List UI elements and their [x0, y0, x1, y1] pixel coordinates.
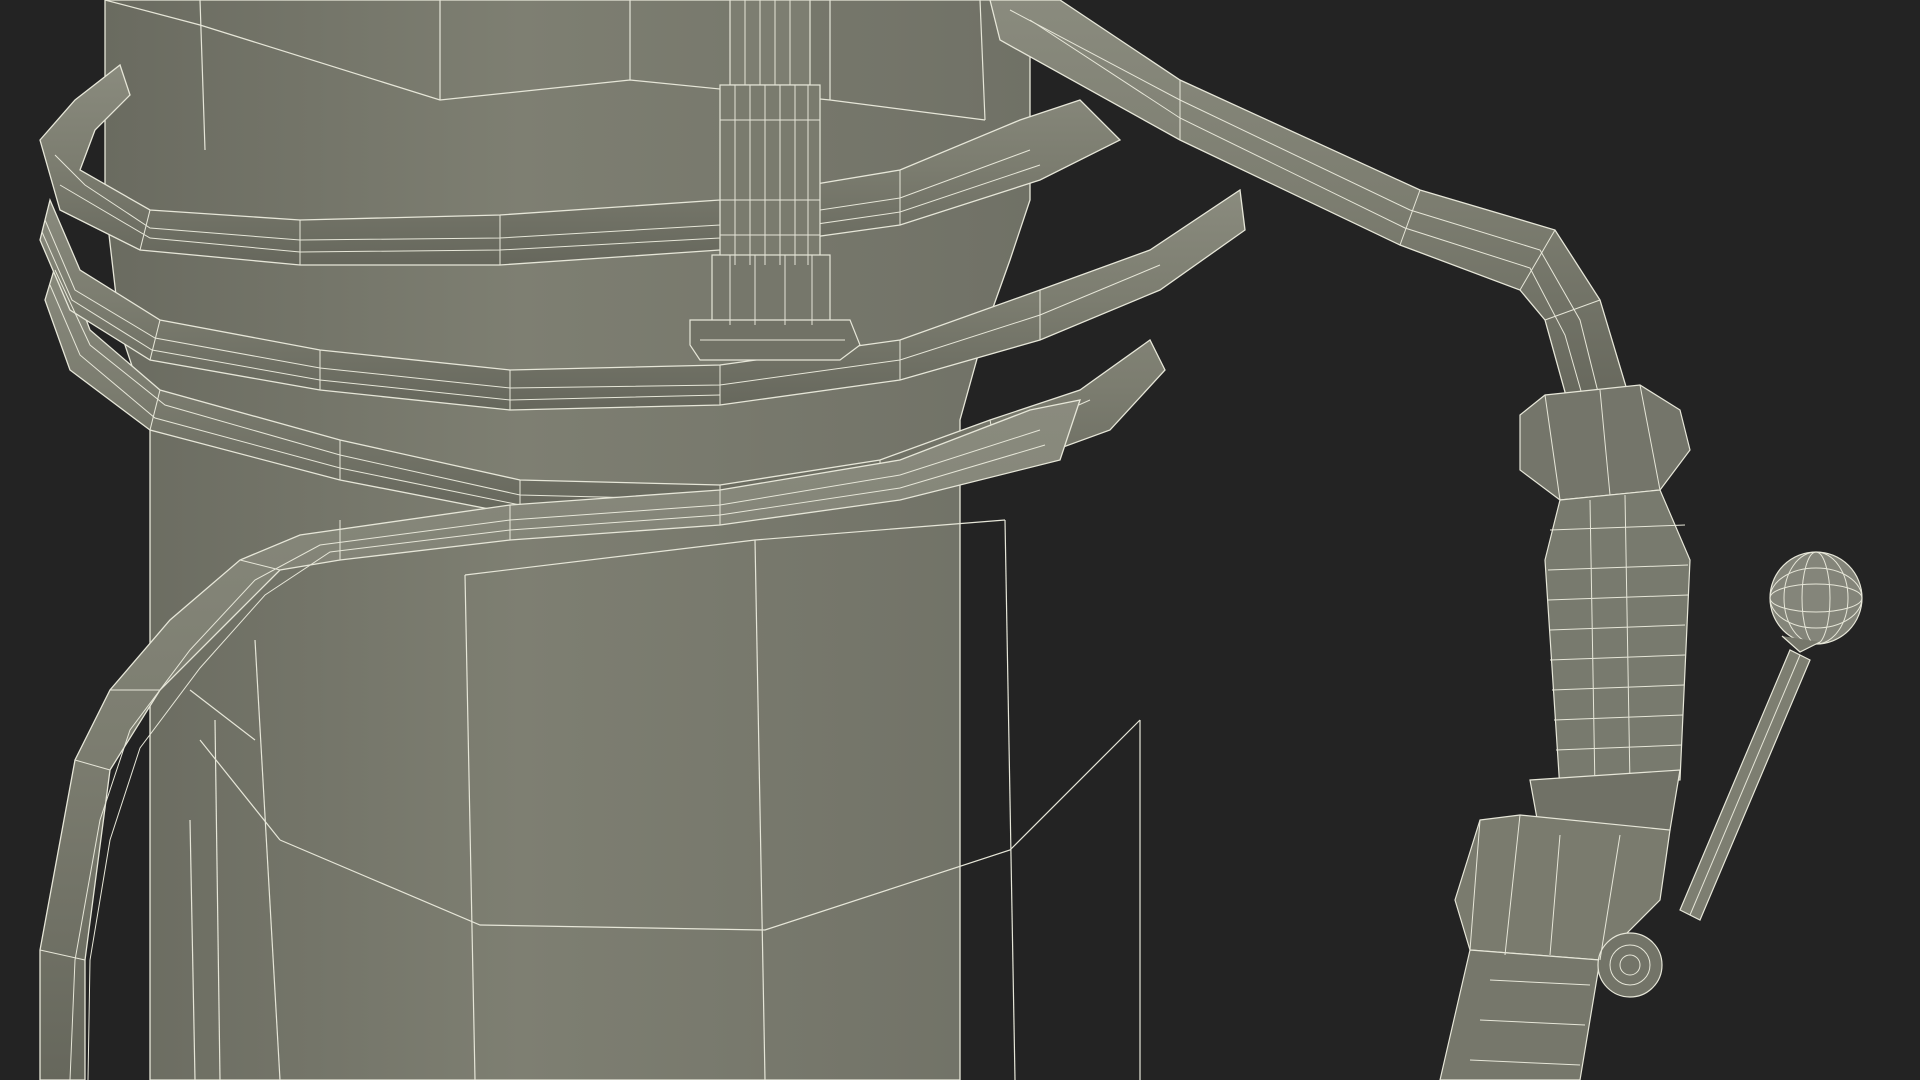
valve-lever — [1679, 551, 1863, 921]
render-viewport — [0, 0, 1920, 1080]
shutoff-valve — [1439, 769, 1681, 1080]
wireframe-render — [39, 0, 1863, 1080]
hose-fitting — [1519, 384, 1691, 791]
spray-wand — [989, 0, 1631, 411]
